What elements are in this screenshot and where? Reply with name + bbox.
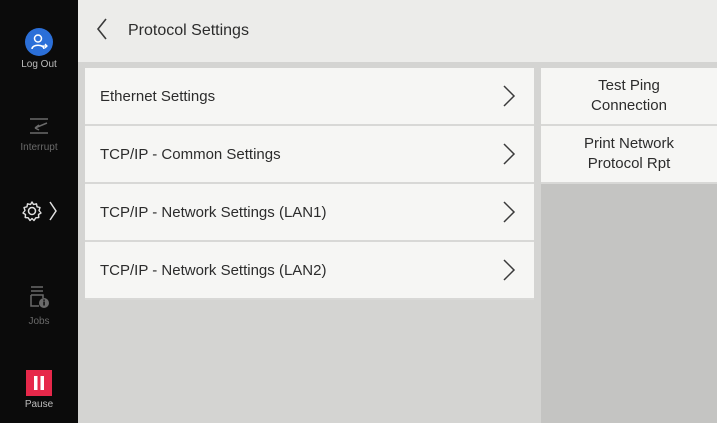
list-item-ethernet-settings[interactable]: Ethernet Settings — [85, 68, 534, 126]
action-panel: Test Ping Connection Print Network Proto… — [541, 68, 717, 423]
list-item-label: TCP/IP - Common Settings — [100, 145, 281, 163]
print-report-line1: Print Network — [583, 135, 675, 152]
chevron-right-icon — [502, 258, 516, 282]
chevron-right-icon — [502, 200, 516, 224]
left-sidebar: Log Out Interrupt Jobs Pause — [0, 0, 78, 423]
jobs-label: Jobs — [28, 316, 50, 327]
logout-button[interactable]: Log Out — [0, 28, 78, 70]
list-item-tcpip-common[interactable]: TCP/IP - Common Settings — [85, 126, 534, 184]
list-item-label: Ethernet Settings — [100, 87, 216, 105]
list-item-label: TCP/IP - Network Settings (LAN2) — [100, 261, 327, 279]
pause-label: Pause — [24, 399, 54, 410]
user-icon — [25, 28, 53, 56]
chevron-left-icon — [96, 18, 108, 45]
settings-list: Ethernet Settings TCP/IP - Common Settin… — [85, 68, 534, 300]
print-report-button[interactable]: Print Network Protocol Rpt — [541, 126, 717, 184]
pause-button[interactable]: Pause — [0, 370, 78, 410]
list-item-tcpip-lan2[interactable]: TCP/IP - Network Settings (LAN2) — [85, 242, 534, 300]
pause-icon — [26, 370, 52, 396]
chevron-right-icon — [502, 142, 516, 166]
list-item-label: TCP/IP - Network Settings (LAN1) — [100, 203, 327, 221]
logout-label: Log Out — [21, 59, 57, 70]
interrupt-label: Interrupt — [20, 142, 58, 153]
page-title: Protocol Settings — [128, 22, 249, 39]
test-ping-button[interactable]: Test Ping Connection — [541, 68, 717, 126]
test-ping-line1: Test Ping — [598, 77, 660, 94]
interrupt-icon — [27, 116, 51, 136]
print-report-line2: Protocol Rpt — [587, 155, 671, 172]
jobs-icon — [27, 284, 51, 310]
gear-icon — [21, 200, 43, 227]
chevron-right-icon — [502, 84, 516, 108]
settings-nav-button[interactable] — [0, 200, 78, 227]
jobs-button[interactable]: Jobs — [0, 284, 78, 327]
list-item-tcpip-lan1[interactable]: TCP/IP - Network Settings (LAN1) — [85, 184, 534, 242]
interrupt-button[interactable]: Interrupt — [0, 116, 78, 153]
header-bar: Protocol Settings — [78, 0, 717, 62]
back-button[interactable] — [92, 18, 112, 44]
test-ping-line2: Connection — [591, 97, 667, 114]
chevron-right-icon — [49, 201, 57, 226]
